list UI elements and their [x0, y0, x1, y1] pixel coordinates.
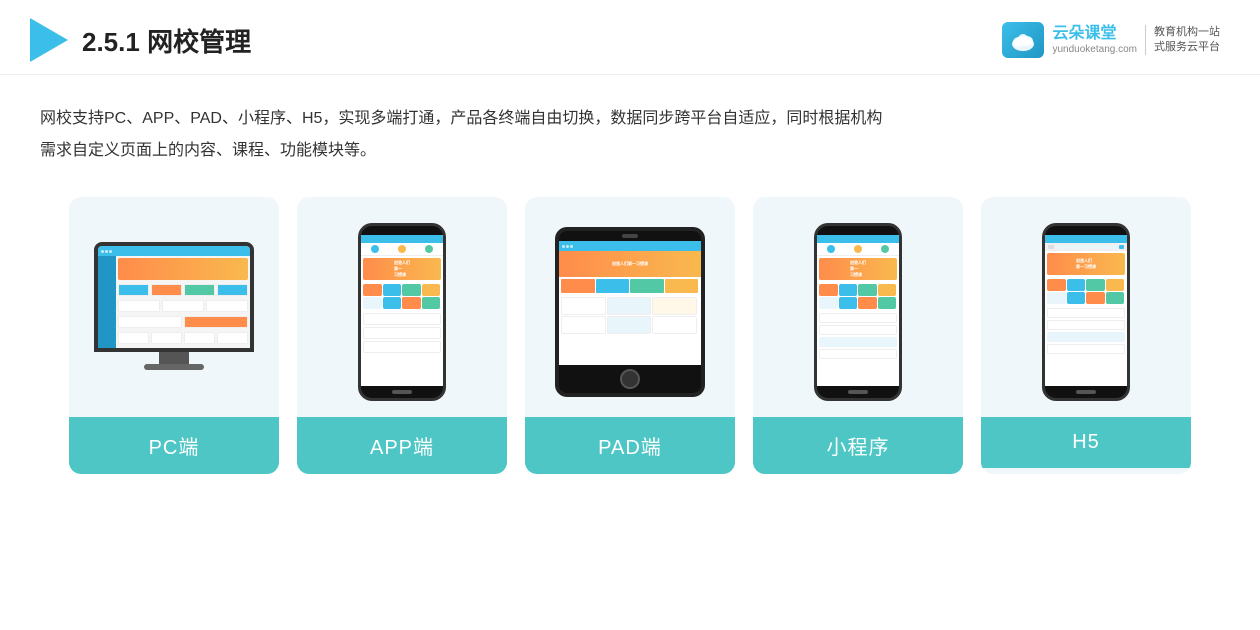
- card-pc-label: PC端: [69, 417, 279, 474]
- header-right: 云朵课堂 yunduoketang.com 教育机构一站 式服务云平台: [1002, 22, 1220, 58]
- header-left: 2.5.1 网校管理: [30, 18, 251, 62]
- card-pc-image: [69, 197, 279, 417]
- cards-area: PC端 创造人们第一习惯课: [0, 177, 1260, 494]
- phone-h5-icon: 创造人们第一习惯课: [1042, 223, 1130, 401]
- card-h5-label: H5: [981, 417, 1191, 468]
- card-pad-image: 创造人们第一习惯课: [525, 197, 735, 417]
- card-miniprogram-label: 小程序: [753, 417, 963, 474]
- phone-app-icon: 创造人们第一习惯课: [358, 223, 446, 401]
- card-pad: 创造人们第一习惯课: [525, 197, 735, 474]
- page: 2.5.1 网校管理 云朵课堂 yunduoketang.com: [0, 0, 1260, 630]
- card-h5-image: 创造人们第一习惯课: [981, 197, 1191, 417]
- logo-triangle-icon: [30, 18, 68, 62]
- description: 网校支持PC、APP、PAD、小程序、H5，实现多端打通，产品各终端自由切换，数…: [0, 75, 1260, 177]
- card-miniprogram: 创造人们第一习惯课: [753, 197, 963, 474]
- header: 2.5.1 网校管理 云朵课堂 yunduoketang.com: [0, 0, 1260, 75]
- description-line2: 需求自定义页面上的内容、课程、功能模块等。: [40, 135, 1220, 167]
- phone-miniprogram-icon: 创造人们第一习惯课: [814, 223, 902, 401]
- description-line1: 网校支持PC、APP、PAD、小程序、H5，实现多端打通，产品各终端自由切换，数…: [40, 103, 1220, 135]
- card-h5: 创造人们第一习惯课: [981, 197, 1191, 474]
- card-app-image: 创造人们第一习惯课: [297, 197, 507, 417]
- card-pc: PC端: [69, 197, 279, 474]
- brand-slogan: 教育机构一站 式服务云平台: [1145, 25, 1220, 56]
- card-app-label: APP端: [297, 417, 507, 474]
- brand-text: 云朵课堂 yunduoketang.com: [1052, 24, 1137, 55]
- card-miniprogram-image: 创造人们第一习惯课: [753, 197, 963, 417]
- tablet-pad-icon: 创造人们第一习惯课: [555, 227, 705, 397]
- brand-logo: 云朵课堂 yunduoketang.com 教育机构一站 式服务云平台: [1002, 22, 1220, 58]
- brand-url: yunduoketang.com: [1052, 44, 1137, 56]
- card-pad-label: PAD端: [525, 417, 735, 474]
- pc-monitor-icon: [94, 242, 254, 382]
- page-title: 2.5.1 网校管理: [82, 22, 251, 59]
- brand-name: 云朵课堂: [1052, 24, 1137, 43]
- card-app: 创造人们第一习惯课: [297, 197, 507, 474]
- cloud-icon: [1009, 26, 1037, 54]
- brand-icon: [1002, 22, 1044, 58]
